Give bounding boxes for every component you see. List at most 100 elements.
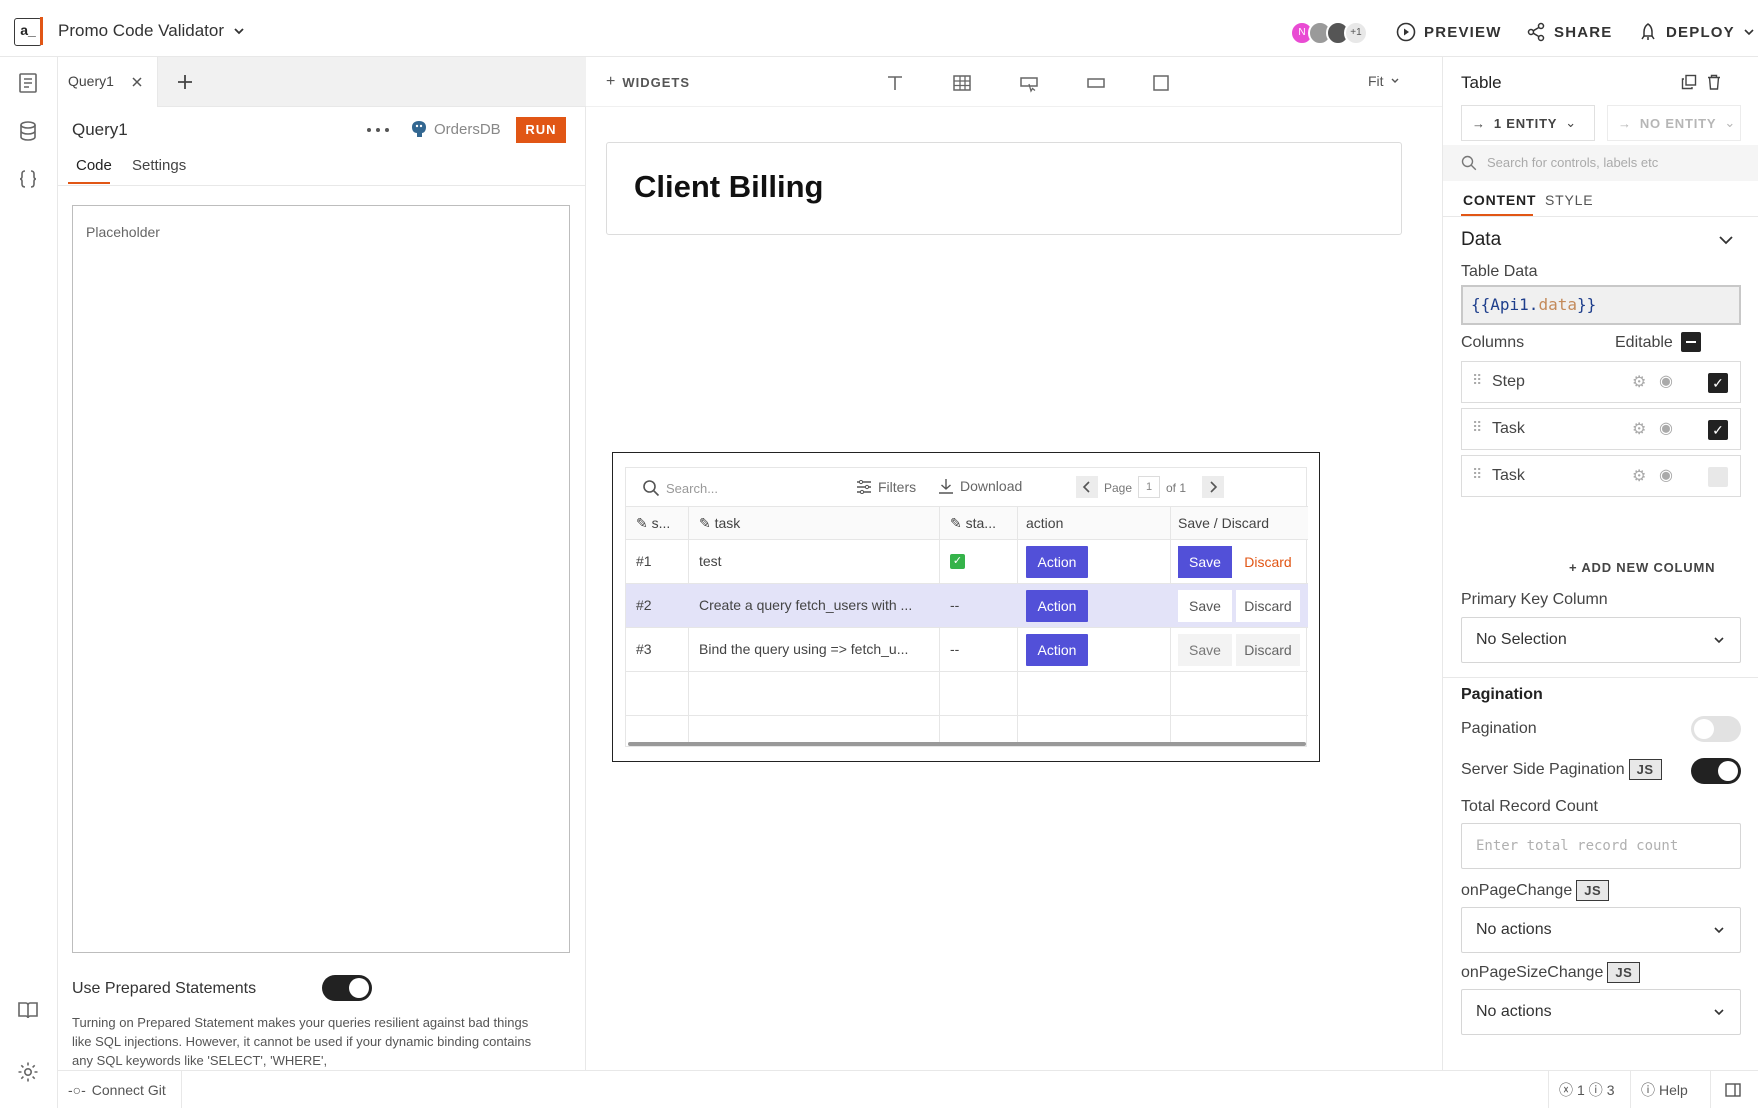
app-title[interactable]: Promo Code Validator <box>58 21 246 41</box>
close-icon[interactable] <box>130 75 144 89</box>
text-widget-icon[interactable] <box>884 72 906 94</box>
table-row[interactable]: #2 Create a query fetch_users with ... -… <box>626 583 1308 627</box>
pages-icon[interactable] <box>16 71 40 95</box>
editable-all-checkbox[interactable] <box>1681 332 1701 352</box>
prepared-statements-toggle[interactable] <box>322 975 372 1001</box>
entity-in-dropdown[interactable]: → 1 ENTITY ⌄ <box>1461 105 1595 141</box>
drag-handle-icon[interactable]: ⠿ <box>1472 466 1482 483</box>
drag-handle-icon[interactable]: ⠿ <box>1472 372 1482 389</box>
connect-git-button[interactable]: -○- Connect Git <box>58 1071 182 1108</box>
js-toggle-button[interactable]: JS <box>1576 880 1610 901</box>
primary-key-select[interactable]: No Selection <box>1461 617 1741 663</box>
on-page-size-change-label: onPageSizeChange JS <box>1461 962 1641 983</box>
gear-icon[interactable] <box>16 1060 40 1084</box>
column-header-status[interactable]: ✎ sta... <box>950 515 1010 532</box>
datasource-selector[interactable]: OrdersDB <box>410 120 501 138</box>
add-tab-icon[interactable] <box>176 73 194 91</box>
column-header-action[interactable]: action <box>1026 515 1126 531</box>
on-page-size-change-select[interactable]: No actions <box>1461 989 1741 1035</box>
entity-out-dropdown[interactable]: → NO ENTITY ⌄ <box>1607 105 1741 141</box>
eye-icon[interactable]: ◉ <box>1659 371 1673 391</box>
prev-page-button[interactable] <box>1076 476 1098 498</box>
column-item-task[interactable]: ⠿ Task ⚙ ◉ <box>1461 455 1741 497</box>
help-button[interactable]: ⓘ Help <box>1630 1071 1710 1108</box>
gear-icon[interactable]: ⚙ <box>1632 466 1646 486</box>
column-item-step[interactable]: ⠿ Step ⚙ ◉ ✓ <box>1461 361 1741 403</box>
app-logo[interactable]: a_ <box>14 17 43 46</box>
tab-query1[interactable]: Query1 <box>58 57 158 107</box>
table-row-empty <box>626 671 1308 715</box>
query-name[interactable]: Query1 <box>72 120 128 140</box>
zoom-selector[interactable]: Fit <box>1368 73 1400 89</box>
column-header-save-discard[interactable]: Save / Discard <box>1178 515 1298 531</box>
page-input[interactable]: 1 <box>1138 476 1160 498</box>
js-toggle-button[interactable]: JS <box>1628 759 1662 780</box>
section-pagination-title[interactable]: Pagination <box>1461 686 1543 704</box>
editable-checkbox[interactable]: ✓ <box>1708 373 1728 393</box>
tab-code[interactable]: Code <box>76 157 112 174</box>
panel-toggle-button[interactable] <box>1710 1071 1758 1108</box>
table-widget[interactable]: Search... Filters Download Page 1 of 1 ✎… <box>612 452 1320 762</box>
copy-icon[interactable] <box>1681 74 1697 90</box>
total-record-input[interactable]: Enter total record count <box>1461 823 1741 869</box>
sql-editor[interactable]: Placeholder <box>72 205 570 953</box>
on-page-change-select[interactable]: No actions <box>1461 907 1741 953</box>
database-icon[interactable] <box>16 119 40 143</box>
save-button[interactable]: Save <box>1178 634 1232 666</box>
preview-button[interactable]: PREVIEW <box>1396 22 1502 42</box>
widgets-button[interactable]: + WIDGETS <box>606 73 690 91</box>
action-button[interactable]: Action <box>1026 634 1088 666</box>
drag-handle-icon[interactable]: ⠿ <box>1472 419 1482 436</box>
book-icon[interactable] <box>16 998 40 1022</box>
add-column-button[interactable]: + ADD NEW COLUMN <box>1569 560 1715 575</box>
save-button[interactable]: Save <box>1178 590 1232 622</box>
table-row[interactable]: #3 Bind the query using => fetch_u... --… <box>626 627 1308 671</box>
js-toggle-button[interactable]: JS <box>1607 962 1641 983</box>
column-header-step[interactable]: ✎ s... <box>636 515 686 532</box>
horizontal-scrollbar[interactable] <box>628 742 1306 746</box>
editable-checkbox[interactable]: ✓ <box>1708 420 1728 440</box>
tab-settings[interactable]: Settings <box>132 157 186 174</box>
section-data-title[interactable]: Data <box>1461 229 1501 251</box>
connect-git-label: Connect Git <box>91 1081 166 1098</box>
input-widget-icon[interactable] <box>1085 72 1107 94</box>
table-data-input[interactable]: {{Api1.data}} <box>1461 285 1741 325</box>
filters-button[interactable]: Filters <box>856 479 916 495</box>
pagination-toggle[interactable] <box>1691 716 1741 742</box>
debugger-button[interactable]: ⓧ 1 ⓘ 3 <box>1548 1071 1630 1108</box>
table-row[interactable]: #1 test ✓ Action Save Discard <box>626 539 1308 583</box>
eye-icon[interactable]: ◉ <box>1659 418 1673 438</box>
code-braces-icon[interactable] <box>16 167 40 191</box>
next-page-button[interactable] <box>1202 476 1224 498</box>
column-item-task[interactable]: ⠿ Task ⚙ ◉ ✓ <box>1461 408 1741 450</box>
chevron-down-icon[interactable] <box>1718 234 1734 246</box>
share-button[interactable]: SHARE <box>1526 22 1613 42</box>
column-header-task[interactable]: ✎ task <box>699 515 899 532</box>
property-search[interactable]: Search for controls, labels etc <box>1443 145 1758 181</box>
gear-icon[interactable]: ⚙ <box>1632 372 1646 392</box>
deploy-button[interactable]: DEPLOY <box>1638 22 1755 42</box>
download-button[interactable]: Download <box>938 478 1022 494</box>
more-options-icon[interactable] <box>366 127 390 133</box>
eye-icon[interactable]: ◉ <box>1659 465 1673 485</box>
text-widget-container[interactable]: Client Billing <box>606 142 1402 235</box>
checkmark-icon[interactable]: ✓ <box>950 554 965 569</box>
trash-icon[interactable] <box>1707 74 1721 90</box>
avatar-more[interactable]: +1 <box>1344 21 1368 45</box>
server-pagination-toggle[interactable] <box>1691 758 1741 784</box>
tab-style[interactable]: STYLE <box>1545 192 1593 208</box>
editable-checkbox[interactable] <box>1708 467 1728 487</box>
button-widget-icon[interactable] <box>1018 72 1040 94</box>
tab-content[interactable]: CONTENT <box>1463 192 1536 208</box>
action-button[interactable]: Action <box>1026 590 1088 622</box>
save-button[interactable]: Save <box>1178 546 1232 578</box>
discard-button[interactable]: Discard <box>1236 546 1300 578</box>
run-button[interactable]: RUN <box>516 117 566 143</box>
gear-icon[interactable]: ⚙ <box>1632 419 1646 439</box>
table-search-input[interactable]: Search... <box>666 481 718 496</box>
discard-button[interactable]: Discard <box>1236 590 1300 622</box>
action-button[interactable]: Action <box>1026 546 1088 578</box>
container-widget-icon[interactable] <box>1150 72 1172 94</box>
discard-button[interactable]: Discard <box>1236 634 1300 666</box>
table-widget-icon[interactable] <box>951 72 973 94</box>
